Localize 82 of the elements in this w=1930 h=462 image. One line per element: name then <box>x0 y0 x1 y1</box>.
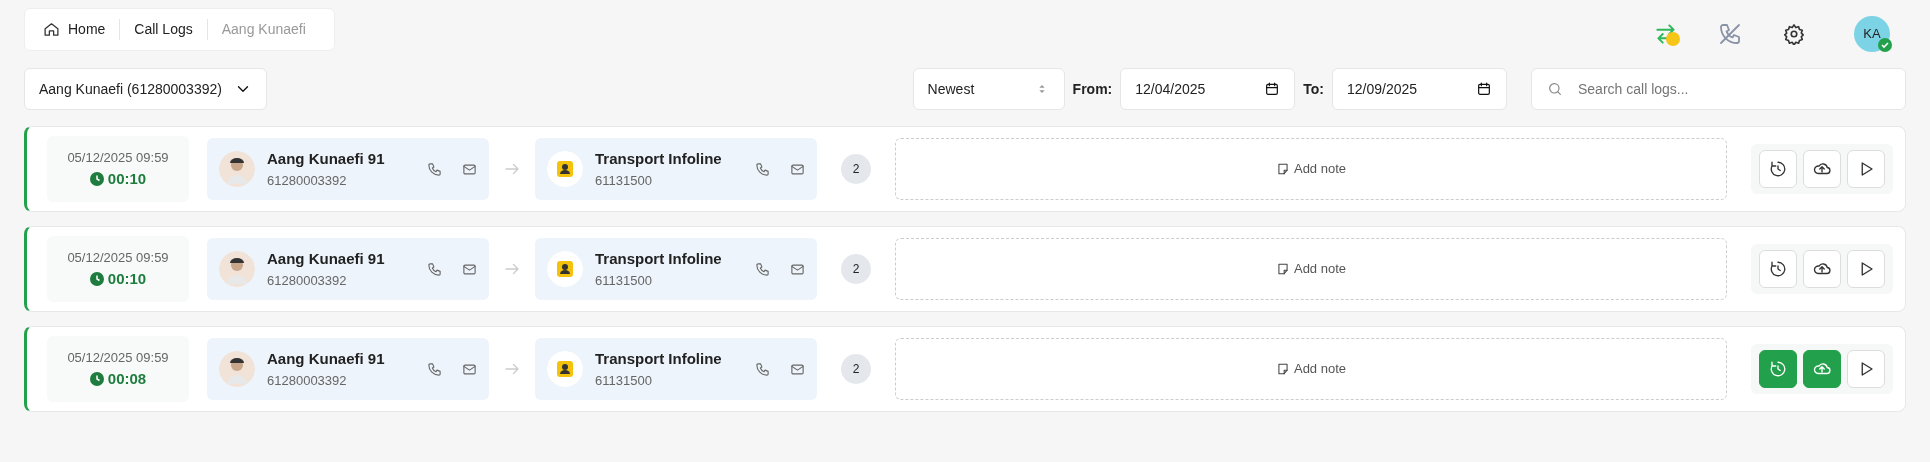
contact-icon <box>547 151 583 187</box>
add-note-button[interactable]: Add note <box>895 138 1727 200</box>
contact-name: Aang Kunaefi 91 <box>267 149 386 169</box>
calendar-icon <box>1264 81 1281 97</box>
date-label: To: <box>1303 79 1324 99</box>
calendar-icon <box>1476 81 1492 97</box>
email-button[interactable] <box>462 361 477 377</box>
phone-icon <box>755 261 770 277</box>
phone-icon <box>427 161 442 177</box>
phone-icon <box>755 161 770 177</box>
call-button[interactable] <box>427 161 442 177</box>
breadcrumb-link[interactable]: Call Logs <box>119 19 207 40</box>
call-datetime: 05/12/2025 09:59 <box>67 349 169 367</box>
from-date-field[interactable]: 12/04/2025 <box>1120 68 1296 110</box>
call-button[interactable] <box>427 261 442 277</box>
avatar-icon <box>219 251 255 287</box>
contact-icon <box>547 251 583 287</box>
mail-icon <box>462 261 477 277</box>
email-button[interactable] <box>462 161 477 177</box>
email-button[interactable] <box>790 261 805 277</box>
email-button[interactable] <box>462 261 477 277</box>
phone-off-icon <box>1718 22 1742 46</box>
mail-icon <box>462 361 477 377</box>
timer-icon <box>1769 160 1787 178</box>
call-button[interactable] <box>755 261 770 277</box>
to-date-field[interactable]: 12/09/2025 <box>1332 68 1507 110</box>
count-badge: 2 <box>841 254 871 284</box>
breadcrumb-link[interactable]: Home <box>39 19 120 40</box>
home-icon <box>43 21 60 38</box>
phone-icon <box>427 361 442 377</box>
agent-select[interactable]: Aang Kunaefi (61280003392) <box>24 68 267 110</box>
add-note-button[interactable]: Add note <box>895 238 1727 300</box>
mail-icon <box>790 261 805 277</box>
phone-icon <box>427 261 442 277</box>
search-field[interactable]: Search call logs... <box>1531 68 1906 110</box>
count-badge: 2 <box>841 354 871 384</box>
avatar-icon <box>219 351 255 387</box>
note-icon <box>1275 162 1290 176</box>
clock-icon <box>89 371 104 386</box>
mail-icon <box>462 161 477 177</box>
mail-icon <box>790 361 805 377</box>
call-button[interactable] <box>755 161 770 177</box>
phone-number: 61280003392 <box>267 371 348 390</box>
email-button[interactable] <box>790 361 805 377</box>
count-badge: 2 <box>841 154 871 184</box>
contact-name: Transport Infoline <box>595 249 723 269</box>
timer-icon <box>1769 260 1787 278</box>
timer-icon <box>1769 360 1787 378</box>
contact-name: Transport Infoline <box>595 349 723 369</box>
call-datetime: 05/12/2025 09:59 <box>67 149 169 167</box>
note-icon <box>1275 362 1290 376</box>
call-button[interactable] <box>755 361 770 377</box>
contact-name: Transport Infoline <box>595 149 723 169</box>
contact-name: Aang Kunaefi 91 <box>267 349 386 369</box>
phone-number: 61131500 <box>595 371 653 390</box>
contact-icon <box>547 351 583 387</box>
call-duration: 00:08 <box>89 367 147 390</box>
call-button[interactable] <box>427 361 442 377</box>
play-button[interactable] <box>1847 150 1885 188</box>
avatar-icon <box>219 151 255 187</box>
call-duration: 00:10 <box>89 167 147 190</box>
phone-icon <box>755 361 770 377</box>
call-duration: 00:10 <box>89 267 147 290</box>
clock-icon <box>89 171 104 186</box>
play-button[interactable] <box>1847 350 1885 388</box>
mail-icon <box>790 161 805 177</box>
phone-number: 61131500 <box>595 171 653 190</box>
user-avatar[interactable]: KA <box>1854 16 1890 52</box>
note-icon <box>1275 262 1290 276</box>
sort-select[interactable]: Newest <box>912 68 1065 110</box>
phone-number: 61280003392 <box>267 271 348 290</box>
date-label: From: <box>1072 79 1113 99</box>
phone-number: 61131500 <box>595 271 653 290</box>
call-datetime: 05/12/2025 09:59 <box>67 249 169 267</box>
email-button[interactable] <box>790 161 805 177</box>
contact-name: Aang Kunaefi 91 <box>267 249 386 269</box>
clock-icon <box>89 271 104 286</box>
settings-icon <box>1783 23 1805 45</box>
add-note-button[interactable]: Add note <box>895 338 1727 400</box>
search-icon <box>1547 81 1563 97</box>
play-button[interactable] <box>1847 250 1885 288</box>
phone-number: 61280003392 <box>267 171 348 190</box>
